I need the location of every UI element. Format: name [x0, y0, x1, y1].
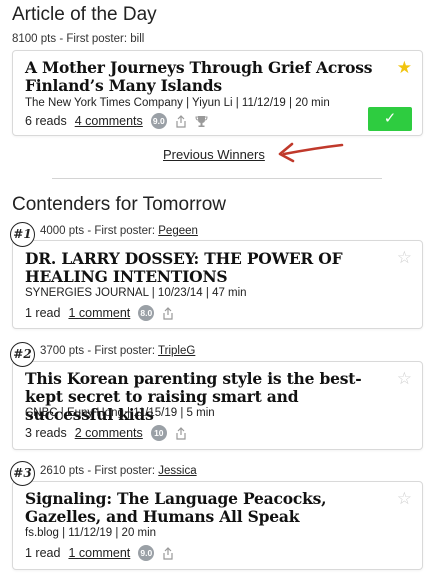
comments-link[interactable]: 4 comments: [75, 114, 143, 128]
red-arrow-icon: [278, 142, 344, 163]
reads-count: 6 reads: [25, 114, 67, 128]
trophy-icon[interactable]: [195, 115, 208, 128]
star-icon[interactable]: ☆: [397, 490, 412, 507]
score-badge: 10: [150, 425, 167, 441]
star-icon[interactable]: ☆: [397, 249, 412, 266]
article-of-day-card[interactable]: A Mother Journeys Through Grief Across F…: [12, 50, 423, 136]
score-badge: 9.0: [138, 545, 155, 561]
points-text: 3700 pts - First poster:: [40, 345, 159, 357]
points-text: 4000 pts - First poster:: [40, 225, 159, 237]
mark-read-button[interactable]: ✓: [368, 107, 412, 131]
points-text: 8100 pts - First poster:: [12, 33, 131, 45]
article-title[interactable]: A Mother Journeys Through Grief Across F…: [25, 59, 385, 95]
reads-count: 3 reads: [25, 426, 67, 440]
article-stats: 3 reads 2 comments 10: [25, 425, 187, 441]
article-stats: 1 read 1 comment 9.0: [25, 545, 174, 561]
comments-link[interactable]: 2 comments: [75, 426, 143, 440]
article-stats: 1 read 1 comment 8.0: [25, 305, 174, 321]
article-of-day-meta: 8100 pts - First poster: bill: [12, 33, 144, 45]
article-source: The New York Times Company | Yiyun Li | …: [25, 97, 330, 109]
rank-badge: #3: [10, 461, 35, 486]
contender-meta: 2610 pts - First poster: Jessica: [40, 465, 197, 477]
score-badge: 9.0: [150, 113, 167, 129]
share-icon[interactable]: [162, 546, 174, 560]
article-source: fs.blog | 11/12/19 | 20 min: [25, 527, 157, 539]
share-icon[interactable]: [175, 426, 187, 440]
contender-meta: 4000 pts - First poster: Pegeen: [40, 225, 198, 237]
contenders-heading: Contenders for Tomorrow: [12, 194, 227, 215]
share-icon[interactable]: [175, 114, 187, 128]
contender-card-3[interactable]: Signaling: The Language Peacocks, Gazell…: [12, 481, 423, 570]
article-stats: 6 reads 4 comments 9.0: [25, 113, 208, 129]
rank-badge: #1: [10, 222, 35, 247]
contender-card-1[interactable]: DR. LARRY DOSSEY: THE POWER OF HEALING I…: [12, 240, 423, 329]
rank-badge: #2: [10, 342, 35, 367]
poster-link[interactable]: TripleG: [158, 345, 195, 357]
article-title[interactable]: Signaling: The Language Peacocks, Gazell…: [25, 490, 385, 526]
comments-link[interactable]: 1 comment: [68, 546, 130, 560]
share-icon[interactable]: [162, 306, 174, 320]
reads-count: 1 read: [25, 306, 61, 320]
score-badge: 8.0: [138, 305, 155, 321]
article-of-day-heading: Article of the Day: [12, 4, 157, 25]
poster-link[interactable]: Jessica: [158, 465, 196, 477]
contender-meta: 3700 pts - First poster: TripleG: [40, 345, 195, 357]
poster-name: bill: [130, 33, 145, 45]
points-text: 2610 pts - First poster:: [40, 465, 159, 477]
article-source: SYNERGIES JOURNAL | 10/23/14 | 47 min: [25, 287, 247, 299]
poster-link[interactable]: Pegeen: [158, 225, 198, 237]
contender-card-2[interactable]: This Korean parenting style is the best-…: [12, 361, 423, 450]
star-icon[interactable]: ★: [397, 59, 412, 76]
reads-count: 1 read: [25, 546, 61, 560]
article-title[interactable]: DR. LARRY DOSSEY: THE POWER OF HEALING I…: [25, 250, 385, 286]
star-icon[interactable]: ☆: [397, 370, 412, 387]
article-source: CNBC | Euny Hong | 11/15/19 | 5 min: [25, 407, 215, 419]
section-divider: [52, 178, 382, 179]
comments-link[interactable]: 1 comment: [68, 306, 130, 320]
previous-winners-link[interactable]: Previous Winners: [163, 147, 265, 162]
